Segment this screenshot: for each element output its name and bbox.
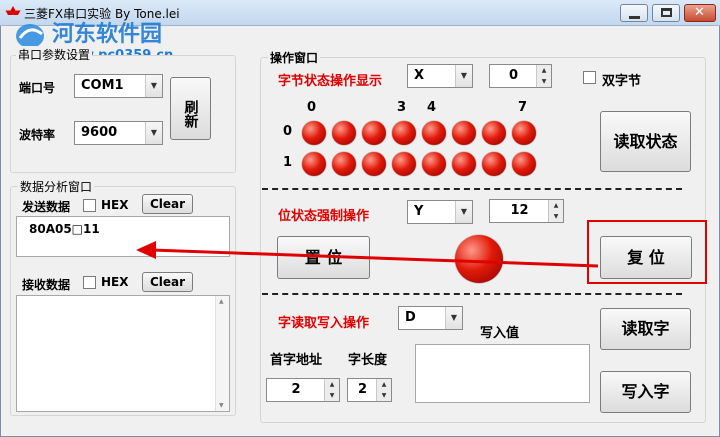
byte-section-title: 字节状态操作显示 [278, 74, 383, 89]
send-data-content: 80A05□11 [29, 222, 100, 236]
receive-clear-button[interactable]: Clear [142, 272, 193, 292]
receive-scrollbar[interactable]: ▲ ▼ [215, 296, 229, 411]
maximize-button[interactable] [652, 4, 680, 22]
byte-device-value: X [414, 68, 425, 83]
baud-select[interactable]: 9600 ▼ [74, 121, 163, 145]
led-r0-b2 [362, 121, 386, 145]
serial-group-title: 串口参数设置 [16, 46, 93, 63]
start-address-spinner[interactable]: 2 ▲ ▼ [266, 378, 340, 402]
start-address-value: 2 [291, 382, 301, 397]
bit-label-0: 0 [307, 100, 317, 115]
led-r0-b7 [512, 121, 536, 145]
byte-device-select[interactable]: X ▼ [407, 64, 473, 88]
up-down-arrows-icon[interactable]: ▲ ▼ [324, 379, 339, 401]
receive-hex-checkbox[interactable] [83, 276, 96, 289]
word-length-value: 2 [357, 382, 368, 397]
port-label: 端口号 [19, 81, 56, 95]
led-r1-b5 [452, 152, 476, 176]
port-value: COM1 [81, 78, 124, 93]
section-divider [262, 188, 682, 190]
reset-bit-button[interactable]: 复 位 [600, 236, 692, 279]
chevron-down-icon: ▼ [145, 75, 162, 97]
row-label-0: 0 [283, 124, 293, 139]
led-r1-b6 [482, 152, 506, 176]
led-r1-b1 [332, 152, 356, 176]
read-status-button[interactable]: 读取状态 [600, 111, 691, 172]
bit-value: 12 [510, 203, 529, 218]
chevron-down-icon: ▼ [455, 201, 472, 223]
mitsubishi-logo-icon [5, 6, 21, 15]
led-r0-b4 [422, 121, 446, 145]
led-r0-b3 [392, 121, 416, 145]
led-r0-b1 [332, 121, 356, 145]
bit-status-led [455, 235, 503, 283]
write-value-label: 写入值 [480, 326, 520, 341]
double-byte-checkbox[interactable] [583, 71, 596, 84]
analysis-group-title: 数据分析窗口 [18, 178, 95, 195]
receive-hex-label: HEX [101, 275, 129, 289]
send-data-label: 发送数据 [22, 200, 71, 214]
bit-section-title: 位状态强制操作 [278, 209, 370, 224]
byte-value-spinner[interactable]: 0 ▲ ▼ [489, 64, 552, 88]
send-hex-checkbox[interactable] [83, 199, 96, 212]
operation-group-title: 操作窗口 [268, 49, 321, 66]
bit-device-value: Y [414, 204, 424, 219]
scroll-up-icon[interactable]: ▲ [219, 298, 224, 305]
word-length-label: 字长度 [348, 353, 388, 368]
send-clear-button[interactable]: Clear [142, 194, 193, 214]
read-word-button[interactable]: 读取字 [600, 308, 691, 350]
led-r1-b3 [392, 152, 416, 176]
scroll-down-icon[interactable]: ▼ [219, 402, 224, 409]
word-section-title: 字读取写入操作 [278, 316, 370, 331]
bit-device-select[interactable]: Y ▼ [407, 200, 473, 224]
section-divider [262, 293, 682, 295]
word-length-spinner[interactable]: 2 ▲ ▼ [347, 378, 392, 402]
baud-label: 波特率 [19, 128, 56, 142]
led-r1-b2 [362, 152, 386, 176]
receive-data-label: 接收数据 [22, 278, 71, 292]
word-device-value: D [405, 310, 416, 325]
set-bit-button[interactable]: 置 位 [277, 236, 370, 279]
up-down-arrows-icon[interactable]: ▲ ▼ [548, 200, 563, 222]
word-device-select[interactable]: D ▼ [398, 306, 463, 330]
bit-value-spinner[interactable]: 12 ▲ ▼ [489, 199, 564, 223]
send-hex-label: HEX [101, 198, 129, 212]
baud-value: 9600 [81, 125, 118, 140]
led-r1-b7 [512, 152, 536, 176]
watermark-site-name: 河东软件园 [52, 22, 163, 47]
up-down-arrows-icon[interactable]: ▲ ▼ [376, 379, 391, 401]
chevron-down-icon: ▼ [145, 122, 162, 144]
byte-value: 0 [508, 68, 519, 83]
send-data-textbox[interactable]: 80A05□11 [16, 216, 230, 257]
receive-data-textbox[interactable]: ▲ ▼ [16, 295, 230, 412]
port-select[interactable]: COM1 ▼ [74, 74, 163, 98]
row-label-1: 1 [283, 155, 293, 170]
bit-label-4: 4 [427, 100, 437, 115]
led-r1-b4 [422, 152, 446, 176]
chevron-down-icon: ▼ [445, 307, 462, 329]
chevron-down-icon: ▼ [455, 65, 472, 87]
refresh-button[interactable]: 刷新 [170, 77, 211, 140]
bit-label-3: 3 [397, 100, 407, 115]
start-address-label: 首字地址 [270, 353, 323, 368]
write-word-button[interactable]: 写入字 [600, 371, 691, 413]
close-button[interactable]: ✕ [684, 4, 716, 22]
write-value-textbox[interactable] [415, 344, 590, 403]
minimize-button[interactable] [620, 4, 648, 22]
up-down-arrows-icon[interactable]: ▲ ▼ [536, 65, 551, 87]
led-r0-b6 [482, 121, 506, 145]
led-r1-b0 [302, 152, 326, 176]
double-byte-label: 双字节 [602, 74, 642, 89]
led-r0-b5 [452, 121, 476, 145]
bit-label-7: 7 [518, 100, 528, 115]
close-icon: ✕ [694, 5, 705, 20]
led-r0-b0 [302, 121, 326, 145]
